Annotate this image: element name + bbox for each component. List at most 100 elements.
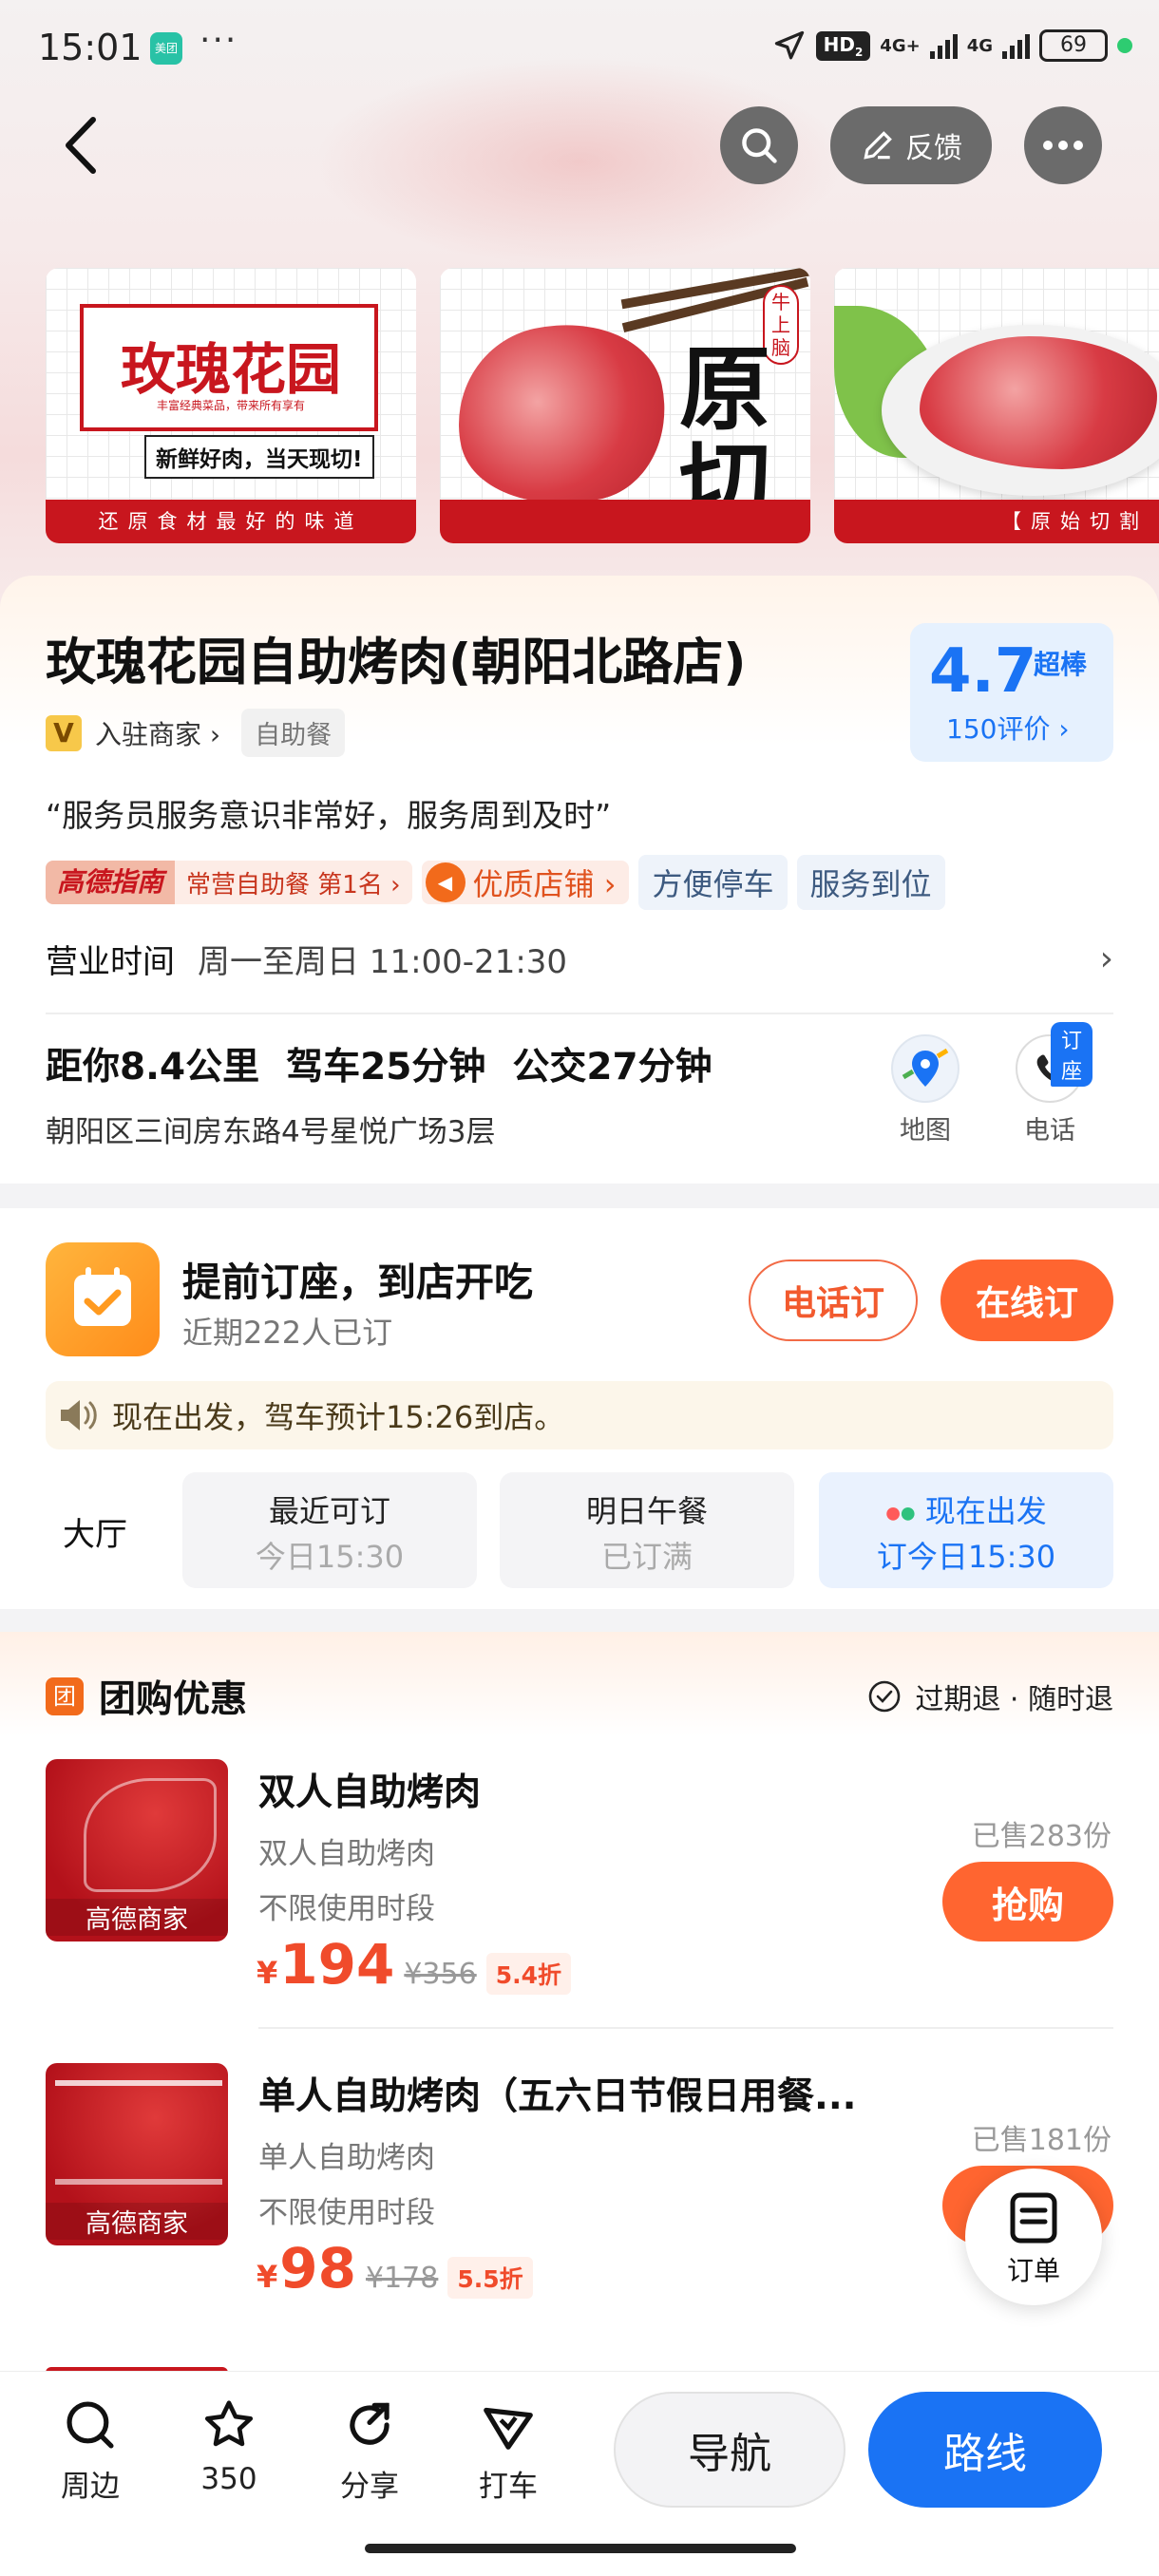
battery-level: 69 [1060,33,1087,57]
star-icon [204,2400,254,2447]
check-circle-icon [869,1680,901,1713]
hours-label: 营业时间 [46,943,175,981]
beef-on-plate-image [920,336,1157,469]
signal-4gplus-label: 4G+ [880,35,921,56]
review-quote[interactable]: “服务员服务意识非常好，服务周到及时” [46,790,611,836]
chevron-right-icon: › [1099,939,1113,978]
deals-section-title: 团购优惠 [99,1678,248,1721]
refund-policy[interactable]: 过期退 · 随时退 [867,1676,1113,1717]
bus-time: 公交27分钟 [512,1046,712,1089]
calendar-icon-graphic [74,1267,131,1326]
store-address[interactable]: 朝阳区三间房东路4号星悦广场3层 [46,1108,495,1150]
banner-footer-2 [440,500,810,543]
slot-leave-now[interactable]: ●● 现在出发 订今日15:30 [819,1472,1113,1588]
back-button[interactable] [57,112,114,179]
status-time: 15:01 [38,27,142,68]
rating-box[interactable]: 4.7 超棒 150评价 › [910,623,1113,762]
order-list-icon [1010,2192,1057,2244]
deal-price: 98 [279,2236,356,2301]
favorite-button[interactable]: 350 [177,2396,281,2496]
orders-fab[interactable]: 订单 [965,2169,1102,2305]
review-count-text: 150评价 [946,713,1051,745]
deal-price-row: ¥ 98 ¥178 5.5折 [256,2236,533,2301]
feature-tag-service: 服务到位 [796,855,945,910]
distance-text: 距你8.4公里 [46,1046,260,1089]
map-button[interactable]: 地图 [884,1033,967,1146]
hd-voice-icon: HD2 [815,30,871,61]
verified-merchant-icon: V [46,714,82,751]
more-button[interactable] [1024,106,1102,184]
taxi-icon [484,2407,533,2450]
divider [258,2027,1113,2029]
nearby-button[interactable]: 周边 [38,2396,142,2505]
store-name: 玫瑰花园自助烤肉(朝阳北路店) [46,634,747,691]
share-icon [350,2402,390,2445]
thumb-label: 高德商家 [46,2203,228,2240]
slot-tomorrow-lunch[interactable]: 明日午餐 已订满 [500,1472,794,1588]
hours-value: 周一至周日 11:00-21:30 [198,943,568,981]
banner-image-1[interactable]: 玫瑰花园 丰富经典菜品，带来所有享有 新鲜好肉，当天现切! 还原食材最好的味道 [46,268,416,543]
feedback-button[interactable]: 反馈 [830,106,992,184]
booking-title: 提前订座，到店开吃 [182,1260,533,1305]
departure-notice: 现在出发，驾车预计15:26到店。 [46,1381,1113,1449]
deal-thumbnail[interactable]: 高德商家 [46,2063,228,2245]
ranking-text: 常营自助餐 第1名 › [186,870,401,900]
phone-button[interactable]: 电话 订座 [1007,1022,1092,1146]
navigate-button[interactable]: 导航 [614,2392,846,2508]
signal-4g-label: 4G [966,35,993,56]
banner-footer-1: 还原食材最好的味道 [46,500,416,543]
deal-thumbnail[interactable]: 高德商家 [46,1759,228,1941]
reservation-badge: 订座 [1051,1022,1092,1087]
slot-tomorrow-status: 已订满 [600,1539,693,1575]
more-notifications-icon: ··· [200,21,238,60]
phone-label: 电话 [1024,1116,1075,1146]
home-indicator[interactable] [365,2544,796,2553]
speaker-icon [61,1400,97,1430]
merchant-link[interactable]: 入驻商家 › [95,714,220,752]
currency-symbol: ¥ [256,2259,278,2295]
business-hours-row[interactable]: 营业时间 周一至周日 11:00-21:30 › [46,936,1113,982]
deal-time-limit: 不限使用时段 [258,2196,435,2230]
banner-image-2[interactable]: 牛上脑 原 切 [440,268,810,543]
deal-title: 单人自助烤肉（五六日节假日用餐... [258,2075,857,2118]
area-label: 大厅 [63,1516,127,1554]
rating-word: 超棒 [1034,649,1088,680]
search-icon [66,2401,114,2449]
online-reserve-button[interactable]: 在线订 [940,1260,1113,1341]
chevron-left-icon [66,117,96,174]
discount-badge: 5.5折 [447,2257,533,2299]
map-label: 地图 [900,1116,951,1146]
rating-score: 4.7 [929,636,1037,707]
amap-guide-logo: 高德指南 [46,861,176,904]
buy-button[interactable]: 抢购 [942,1862,1113,1941]
distance-row: 距你8.4公里 驾车25分钟 公交27分钟 [46,1037,712,1090]
orders-label: 订单 [1006,2255,1060,2286]
banner-image-3[interactable]: 【原始切割 [834,268,1159,543]
booking-subtitle: 近期222人已订 [182,1315,393,1351]
search-button[interactable] [720,106,798,184]
share-button[interactable]: 分享 [317,2396,422,2505]
pencil-icon [864,131,892,160]
slot-nearest[interactable]: 最近可订 今日15:30 [182,1472,477,1588]
privacy-indicator-dot [1117,38,1132,53]
deal-time-limit: 不限使用时段 [258,1892,435,1926]
quality-label-text: 优质店铺 [472,866,595,902]
divider [46,1013,1113,1014]
merchant-label: 入驻商家 [95,718,202,750]
quality-store-chip[interactable]: ◀ 优质店铺 › [421,861,630,904]
phone-reserve-button[interactable]: 电话订 [749,1260,918,1341]
ranking-chip[interactable]: 高德指南 常营自助餐 第1名 › [46,861,412,904]
more-dots-icon [1043,141,1083,150]
favorite-count: 350 [200,2462,257,2496]
banner-footer-3: 【原始切割 [834,500,1159,543]
taxi-button[interactable]: 打车 [456,2396,560,2505]
search-icon [742,128,777,163]
refund-policy-text: 过期退 · 随时退 [915,1683,1113,1716]
currency-symbol: ¥ [256,1955,278,1991]
departure-notice-text: 现在出发，驾车预计15:26到店。 [112,1399,565,1435]
slot-nearest-title: 最近可订 [268,1493,390,1529]
route-button[interactable]: 路线 [868,2392,1102,2508]
sold-count: 已售283份 [971,1820,1112,1853]
banner-logo-small: 丰富经典菜品，带来所有享有 [156,399,305,412]
feedback-label: 反馈 [905,132,962,165]
